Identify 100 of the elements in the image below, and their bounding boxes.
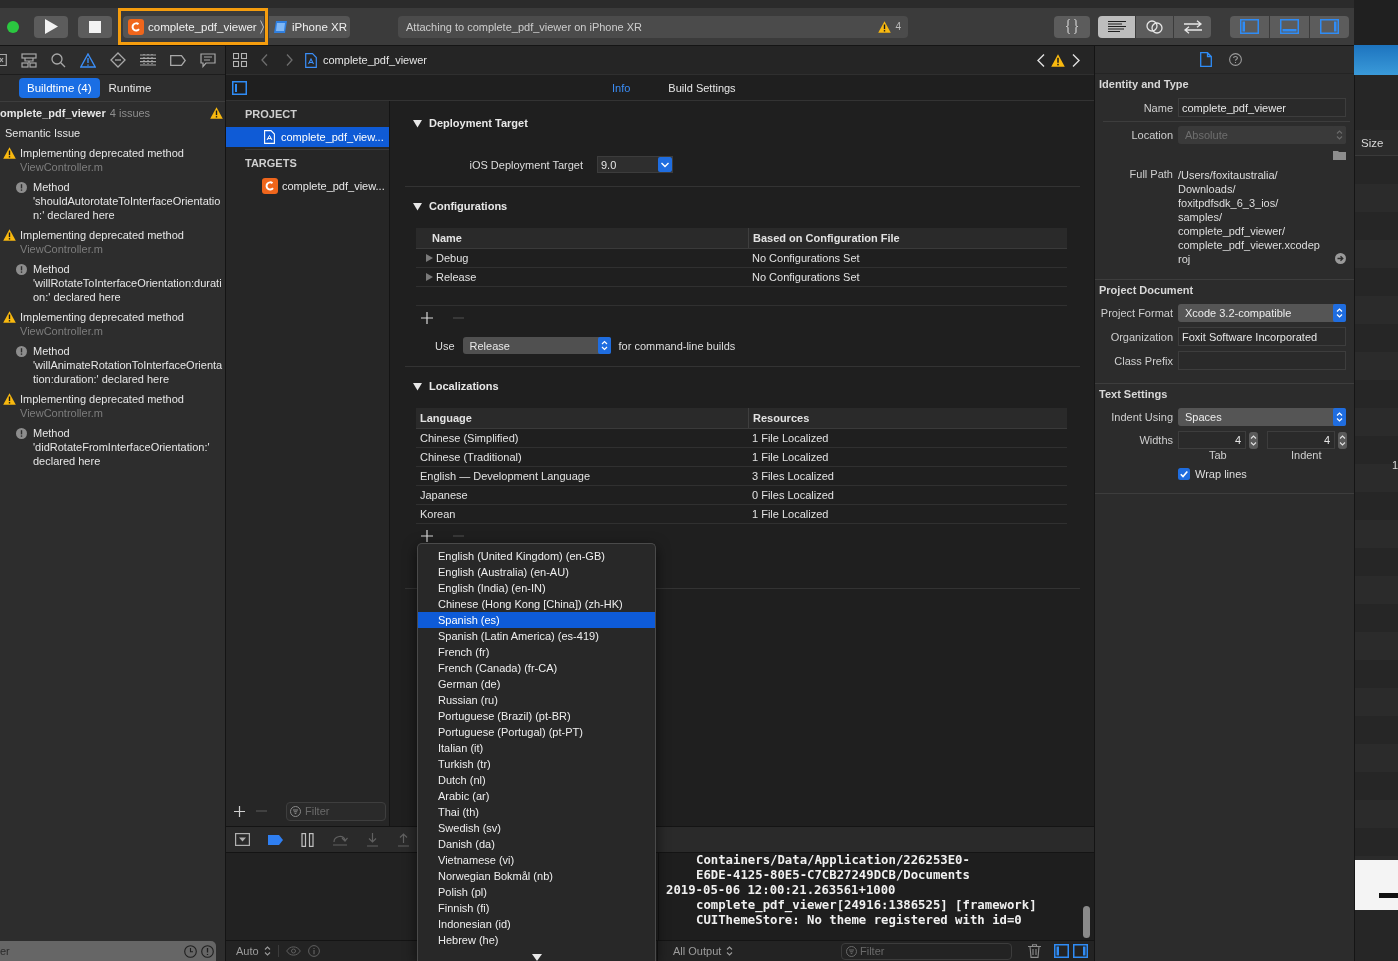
note-message[interactable]: Method 'shouldAutorotateToInterfaceOrientation:' declared here [33,180,223,222]
scroll-down-arrow-icon[interactable] [532,954,542,961]
tag-icon[interactable] [170,54,186,66]
device-selector[interactable]: iPhone XR [269,15,350,38]
panel-toggle-button[interactable] [1230,15,1269,38]
disclosure-triangle-icon[interactable] [413,201,422,211]
add-button[interactable] [232,804,246,818]
menu-item[interactable]: Chinese (Hong Kong [China]) (zh-HK) [418,596,655,612]
step-out-icon[interactable] [397,832,410,847]
checkbox-label[interactable]: Wrap lines [1195,468,1247,480]
sidebar-toggle-icon[interactable] [232,80,247,95]
scope-popup[interactable]: Auto [236,945,271,957]
column-header[interactable]: Based on Configuration File [748,228,1067,248]
add-button[interactable] [420,529,434,543]
column-header[interactable]: Language [416,408,748,428]
breakpoint-tag-icon[interactable] [268,834,283,845]
project-list-item[interactable]: complete_pdf_view... [226,176,389,196]
text-field[interactable]: complete_pdf_viewer [1178,98,1346,117]
menu-item[interactable]: English (United Kingdom) (en-GB) [418,548,655,564]
menu-item[interactable]: Dutch (nl) [418,772,655,788]
list-icon[interactable] [140,54,156,66]
menu-item[interactable]: French (Canada) (fr-CA) [418,660,655,676]
menu-item[interactable]: French (fr) [418,644,655,660]
number-field[interactable]: 4 [1267,431,1335,449]
exclamation-circle-icon[interactable] [201,945,214,958]
panel-toggle-button[interactable] [1270,15,1309,38]
scope-tab[interactable]: Runtime [100,78,160,98]
crossed-box-icon[interactable] [0,53,7,67]
scrollbar-thumb[interactable] [1083,906,1090,938]
document-icon[interactable] [1199,52,1212,67]
hierarchy-icon[interactable] [21,52,37,68]
panel-right-icon[interactable] [1073,944,1088,958]
issue-message[interactable]: Implementing deprecated method [20,228,184,242]
menu-item[interactable]: German (de) [418,676,655,692]
help-icon[interactable] [1228,53,1242,66]
project-name[interactable]: omplete_pdf_viewer [0,107,106,119]
stepper-icon[interactable] [1249,431,1258,449]
disclosure-triangle-icon[interactable] [413,381,422,391]
menu-item[interactable]: Italian (it) [418,740,655,756]
project-list-item[interactable]: complete_pdf_view... [226,127,389,147]
zoom-window-icon[interactable] [7,20,19,33]
issue-message[interactable]: Implementing deprecated method [20,392,184,406]
menu-item[interactable]: Norwegian Bokmål (nb) [418,868,655,884]
popup-button[interactable]: Xcode 3.2-compatible [1178,304,1346,322]
menu-item[interactable]: Portuguese (Brazil) (pt-BR) [418,708,655,724]
stepper-icon[interactable] [1338,431,1347,449]
version-combo-box[interactable]: 9.0 [597,156,673,173]
issue-message[interactable]: Implementing deprecated method [20,146,184,160]
arrow-circle-icon[interactable] [1335,253,1346,264]
folder-icon[interactable] [1333,150,1346,160]
output-popup[interactable]: All Output [673,945,734,957]
speech-bubble-icon[interactable] [200,52,216,68]
column-header[interactable]: Name [416,228,748,248]
run-button[interactable] [34,15,68,38]
pause-icon[interactable] [301,832,314,847]
menu-item[interactable]: English (India) (en-IN) [418,580,655,596]
note-message[interactable]: Method 'didRotateFromInterfaceOrientation:' declared here [33,426,223,468]
popup-button[interactable]: Spaces [1178,408,1346,426]
dropdown-chevron-icon[interactable] [658,157,672,172]
menu-item[interactable]: Arabic (ar) [418,788,655,804]
scheme-selector[interactable]: complete_pdf_viewer [123,15,260,38]
editor-mode-button[interactable] [1136,15,1173,38]
issue-message[interactable]: Implementing deprecated method [20,310,184,324]
menu-item[interactable]: Spanish (es) [418,612,655,628]
hide-panel-icon[interactable] [235,833,250,846]
editor-mode-button[interactable] [1098,15,1135,38]
menu-item[interactable]: Vietnamese (vi) [418,852,655,868]
menu-item[interactable]: English (Australia) (en-AU) [418,564,655,580]
configuration-popup[interactable]: Release [462,337,611,354]
filter-field[interactable]: Filter [286,801,386,821]
editor-tab[interactable]: Info [607,78,636,97]
filter-field[interactable]: er [0,941,216,961]
warning-icon[interactable] [80,52,96,68]
menu-item[interactable]: Polish (pl) [418,884,655,900]
breadcrumb-item[interactable]: complete_pdf_viewer [323,54,427,66]
menu-item[interactable]: Finnish (fi) [418,900,655,916]
note-message[interactable]: Method 'willRotateToInterfaceOrientation:duration:' declared here [33,262,223,304]
issue-group-title[interactable]: Semantic Issue [0,126,225,140]
scope-tab[interactable]: Buildtime (4) [19,78,100,98]
number-field[interactable]: 4 [1178,431,1246,449]
menu-item[interactable]: Portuguese (Portugal) (pt-PT) [418,724,655,740]
menu-item[interactable]: Russian (ru) [418,692,655,708]
add-button[interactable] [420,311,434,325]
warning-icon[interactable] [878,20,892,33]
column-header[interactable]: Resources [748,408,1067,428]
stop-button[interactable] [78,15,112,38]
note-message[interactable]: Method 'willAnimateRotationToInterfaceOrientation:duration:' declared here [33,344,223,386]
menu-item[interactable]: Swedish (sv) [418,820,655,836]
disclosure-triangle-icon[interactable] [413,118,422,128]
menu-item[interactable]: Indonesian (id) [418,916,655,932]
panel-left-icon[interactable] [1054,944,1069,958]
warning-icon[interactable] [1051,53,1065,67]
menu-item[interactable]: Danish (da) [418,836,655,852]
trash-icon[interactable] [1028,944,1041,958]
menu-item[interactable]: Thai (th) [418,804,655,820]
clock-icon[interactable] [184,945,197,958]
editor-mode-button[interactable] [1174,15,1211,38]
library-button[interactable] [1054,15,1090,38]
panel-toggle-button[interactable] [1310,15,1349,38]
editor-tab[interactable]: Build Settings [663,78,741,97]
